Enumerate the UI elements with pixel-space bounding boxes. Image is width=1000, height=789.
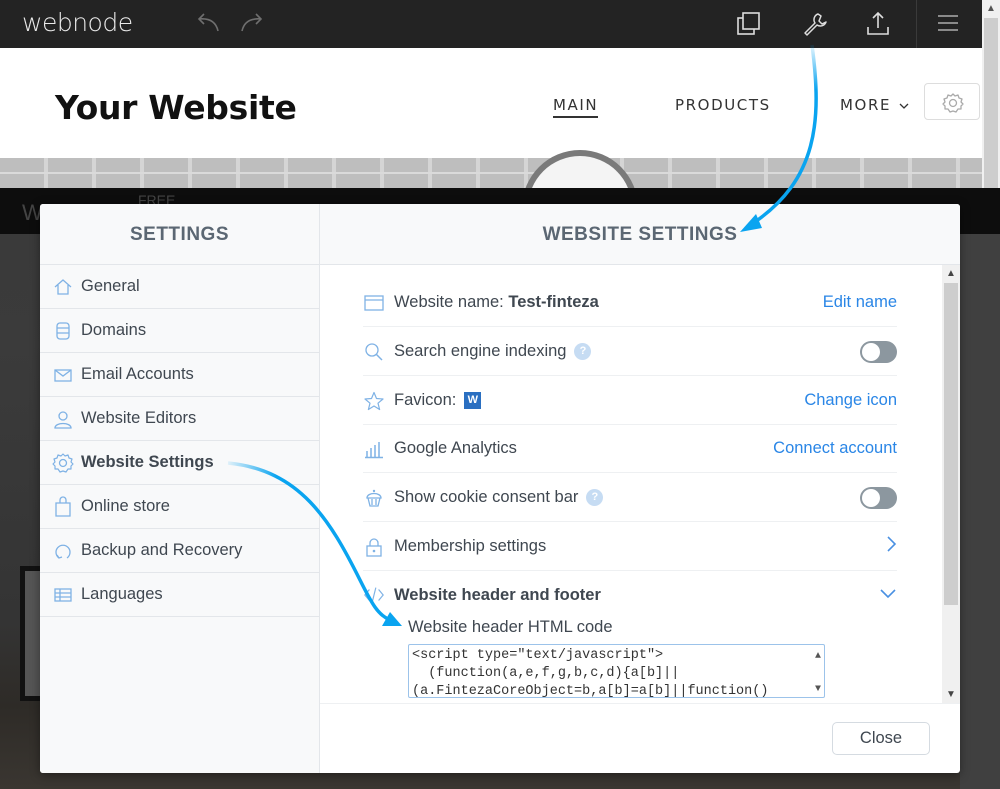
website-header-preview: Your Website MAIN PRODUCTS MORE: [0, 48, 982, 158]
settings-main-panel: WEBSITE SETTINGS Website name: Test-fint…: [320, 204, 960, 773]
search-indexing-label: Search engine indexing?: [394, 342, 592, 361]
webnode-logo[interactable]: webnode: [22, 8, 133, 37]
settings-modal: SETTINGS General Domains Email Accounts …: [40, 204, 960, 773]
row-header-footer[interactable]: Website header and footer: [363, 571, 897, 619]
website-name-value: Test-finteza: [508, 293, 599, 311]
chevron-down-icon: [899, 103, 909, 109]
menu-icon[interactable]: [935, 12, 963, 40]
help-icon[interactable]: ?: [574, 343, 592, 361]
row-website-name: Website name: Test-finteza Edit name: [363, 279, 897, 327]
user-icon: [52, 408, 74, 430]
page-scrollbar-thumb[interactable]: [984, 18, 998, 189]
sidebar-item-label: General: [81, 277, 140, 295]
redo-icon[interactable]: [236, 10, 264, 34]
star-icon: [363, 390, 385, 412]
nav-main[interactable]: MAIN: [553, 96, 599, 118]
browser-window-icon: [363, 292, 385, 314]
change-icon-link[interactable]: Change icon: [804, 391, 897, 410]
row-google-analytics: Google Analytics Connect account: [363, 425, 897, 473]
refresh-icon: [52, 540, 74, 562]
sidebar-item-label: Website Settings: [81, 453, 214, 471]
envelope-icon: [52, 364, 74, 386]
sidebar-title: SETTINGS: [40, 204, 319, 265]
settings-content: Website name: Test-finteza Edit name Sea…: [320, 265, 942, 703]
gear-icon: [942, 93, 964, 113]
favicon-preview: W: [464, 392, 482, 410]
database-icon: [52, 320, 74, 342]
row-cookie-bar: Show cookie consent bar?: [363, 474, 897, 522]
gear-icon: [52, 452, 74, 474]
nav-more[interactable]: MORE: [840, 96, 909, 114]
main-title: WEBSITE SETTINGS: [320, 204, 960, 265]
sidebar-item-label: Email Accounts: [81, 365, 194, 383]
header-code-label: Website header HTML code: [408, 618, 613, 636]
publish-icon[interactable]: [864, 10, 892, 38]
favicon-label: Favicon: W: [394, 391, 482, 410]
undo-icon[interactable]: [196, 10, 224, 34]
edit-name-link[interactable]: Edit name: [823, 293, 897, 312]
connect-account-link[interactable]: Connect account: [773, 439, 897, 458]
close-button[interactable]: Close: [832, 722, 930, 755]
sidebar-item-website-editors[interactable]: Website Editors: [40, 397, 319, 441]
row-favicon: Favicon: W Change icon: [363, 377, 897, 425]
modal-footer: Close: [320, 703, 960, 773]
cupcake-icon: [363, 487, 385, 509]
languages-icon: [52, 584, 74, 606]
header-code-value: <script type="text/javascript"> (functio…: [412, 648, 769, 698]
site-settings-button[interactable]: [924, 83, 980, 120]
scroll-up-icon[interactable]: ▲: [986, 3, 996, 14]
nav-products[interactable]: PRODUCTS: [675, 96, 771, 114]
sidebar-item-online-store[interactable]: Online store: [40, 485, 319, 529]
cookie-bar-label: Show cookie consent bar?: [394, 488, 604, 507]
sidebar-item-domains[interactable]: Domains: [40, 309, 319, 353]
settings-scrollbar-thumb[interactable]: [944, 283, 958, 605]
sidebar-item-email-accounts[interactable]: Email Accounts: [40, 353, 319, 397]
lock-icon: [363, 536, 385, 558]
sidebar-item-label: Domains: [81, 321, 147, 339]
brick-wall-image: [0, 158, 982, 188]
sidebar-item-label: Online store: [81, 497, 170, 515]
sidebar-item-backup-recovery[interactable]: Backup and Recovery: [40, 529, 319, 573]
row-search-indexing: Search engine indexing?: [363, 328, 897, 376]
toolbar-divider: [916, 0, 917, 48]
google-analytics-label: Google Analytics: [394, 439, 517, 457]
chevron-right-icon[interactable]: [885, 535, 897, 558]
search-indexing-toggle[interactable]: [860, 340, 897, 363]
header-code-textarea[interactable]: <script type="text/javascript"> (functio…: [408, 644, 825, 698]
website-name-label: Website name: Test-finteza: [394, 293, 599, 311]
scroll-down-icon[interactable]: ▼: [946, 689, 956, 700]
nav-more-label: MORE: [840, 96, 892, 114]
help-icon[interactable]: ?: [586, 489, 604, 507]
chevron-down-icon[interactable]: [879, 586, 897, 604]
row-membership[interactable]: Membership settings: [363, 523, 897, 571]
home-icon: [52, 276, 74, 298]
search-icon: [363, 341, 385, 363]
page-scrollbar[interactable]: ▲: [982, 0, 1000, 189]
editor-toolbar: webnode: [0, 0, 1000, 48]
sidebar-item-website-settings[interactable]: Website Settings: [40, 441, 319, 485]
settings-scrollbar[interactable]: ▲ ▼: [942, 265, 960, 703]
sidebar-item-label: Languages: [81, 585, 163, 603]
sidebar-item-label: Backup and Recovery: [81, 541, 243, 559]
wrench-icon[interactable]: [801, 10, 829, 38]
textarea-scroll-up-icon[interactable]: ▲: [815, 648, 821, 666]
settings-sidebar: SETTINGS General Domains Email Accounts …: [40, 204, 320, 773]
textarea-scroll-down-icon[interactable]: ▼: [815, 681, 821, 697]
pages-icon[interactable]: [735, 10, 763, 38]
sidebar-item-general[interactable]: General: [40, 265, 319, 309]
header-footer-label: Website header and footer: [394, 585, 601, 604]
sidebar-item-languages[interactable]: Languages: [40, 573, 319, 617]
scroll-up-icon[interactable]: ▲: [946, 268, 956, 279]
backdrop-right-strip: [960, 234, 1000, 789]
code-icon: [363, 584, 385, 606]
membership-label: Membership settings: [394, 537, 547, 555]
sidebar-item-label: Website Editors: [81, 409, 197, 427]
site-title: Your Website: [55, 88, 297, 127]
shopping-bag-icon: [52, 495, 74, 518]
cookie-bar-toggle[interactable]: [860, 486, 897, 509]
bar-chart-icon: [363, 438, 385, 460]
